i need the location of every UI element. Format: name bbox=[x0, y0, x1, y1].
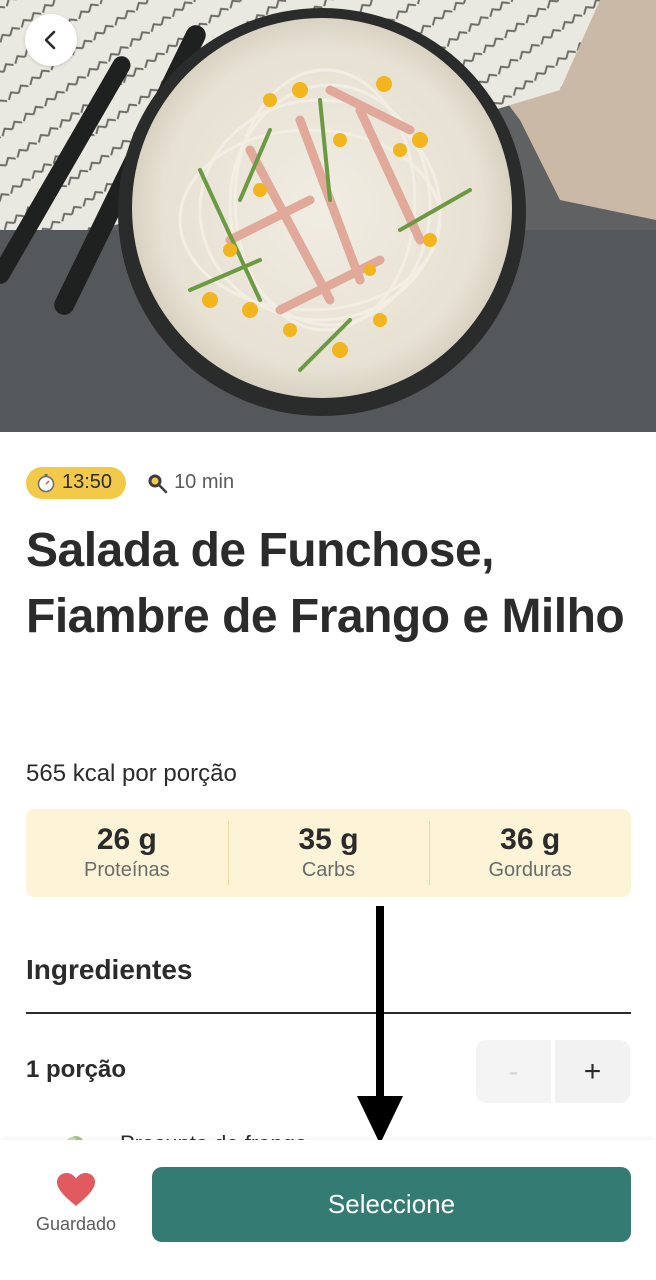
select-recipe-button[interactable]: Seleccione bbox=[152, 1167, 631, 1242]
pan-icon bbox=[146, 472, 168, 494]
macro-label: Gorduras bbox=[488, 859, 572, 881]
calories-per-portion: 565 kcal por porção bbox=[26, 760, 237, 787]
macro-fat: 36 g Gorduras bbox=[429, 809, 631, 897]
macro-protein: 26 g Proteínas bbox=[26, 809, 228, 897]
ingredients-heading: Ingredientes bbox=[26, 954, 193, 985]
macro-value: 26 g bbox=[96, 823, 157, 856]
stopwatch-icon bbox=[36, 473, 56, 493]
macro-label: Proteínas bbox=[84, 859, 170, 881]
portion-count: 1 porção bbox=[26, 1056, 127, 1083]
macro-value: 36 g bbox=[500, 823, 561, 856]
prep-time-text: 10 min bbox=[174, 471, 235, 493]
bottom-action-bar: Guardado Seleccione bbox=[0, 1140, 656, 1280]
macro-label: Carbs bbox=[301, 859, 356, 881]
prep-time: 10 min bbox=[146, 471, 234, 494]
macros-panel: 26 g Proteínas 35 g Carbs 36 g Gorduras bbox=[26, 809, 631, 897]
recipe-meta-row: 13:50 10 min bbox=[26, 466, 234, 499]
section-divider bbox=[26, 1012, 631, 1014]
decrease-portion-button[interactable]: - bbox=[476, 1040, 551, 1103]
recipe-title: Salada de Funchose, Fiambre de Frango e … bbox=[26, 524, 625, 643]
portion-stepper: - + bbox=[476, 1040, 631, 1103]
macro-carbs: 35 g Carbs bbox=[227, 809, 430, 897]
down-arrow-icon bbox=[357, 906, 403, 1144]
recipe-hero-image bbox=[0, 0, 656, 432]
save-favorite-button[interactable]: Guardado bbox=[28, 1172, 124, 1235]
heart-icon bbox=[57, 1173, 95, 1206]
macro-value: 35 g bbox=[298, 823, 359, 856]
ready-time-text: 13:50 bbox=[62, 471, 113, 493]
increase-portion-button[interactable]: + bbox=[555, 1040, 630, 1103]
ready-time-badge: 13:50 bbox=[26, 466, 127, 499]
chevron-left-icon bbox=[44, 30, 56, 50]
back-button[interactable] bbox=[25, 14, 77, 66]
saved-label: Guardado bbox=[35, 1214, 117, 1234]
salad-photo bbox=[0, 0, 656, 432]
